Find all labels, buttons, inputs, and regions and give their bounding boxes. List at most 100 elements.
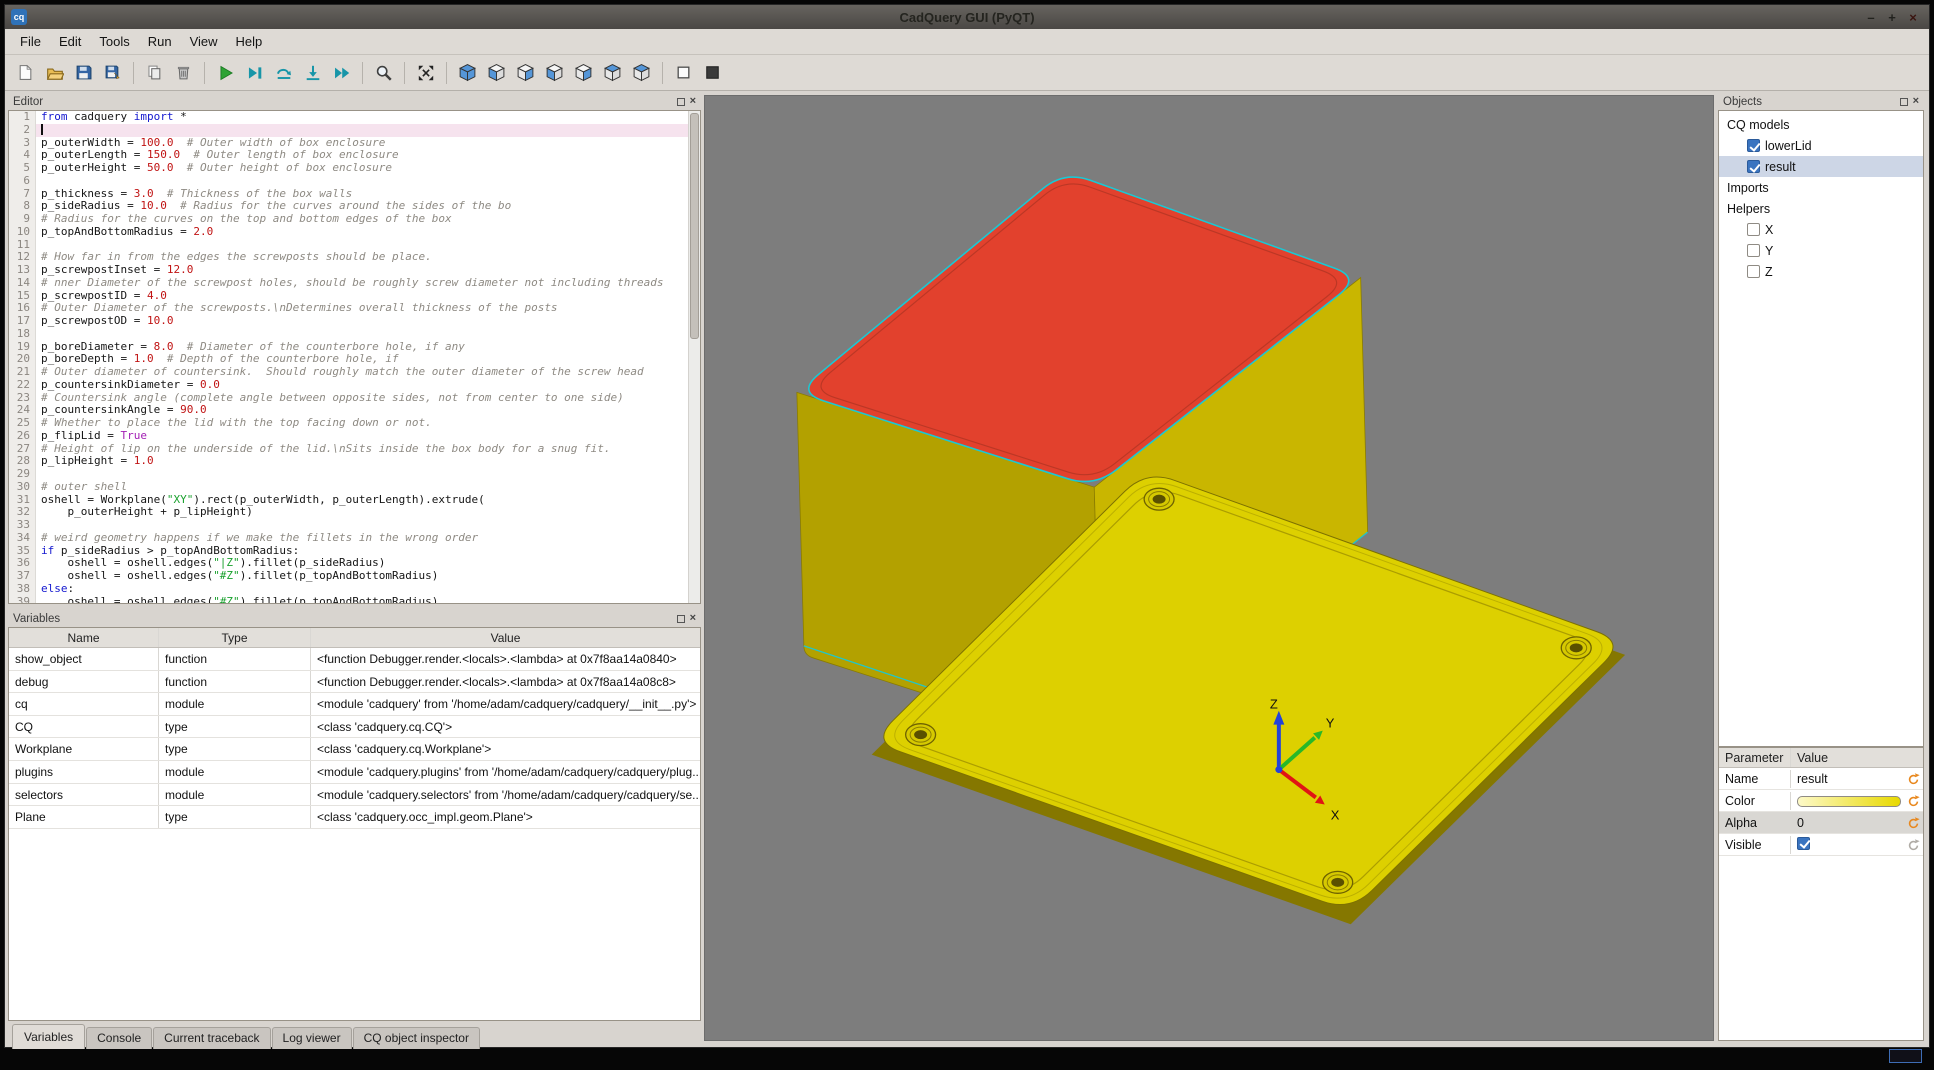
toolbar xyxy=(5,55,1929,91)
code-line[interactable]: 32 p_outerHeight + p_lipHeight) xyxy=(9,506,700,519)
run-script-icon xyxy=(217,64,235,82)
copy-button[interactable] xyxy=(141,59,168,86)
code-editor[interactable]: 1from cadquery import *23p_outerWidth = … xyxy=(8,110,701,604)
debug-script-button[interactable] xyxy=(241,59,268,86)
column-header-name[interactable]: Name xyxy=(9,628,159,647)
table-row[interactable]: pluginsmodule<module 'cadquery.plugins' … xyxy=(9,761,700,784)
tree-item-imports[interactable]: Imports xyxy=(1719,177,1923,198)
close-icon[interactable]: × xyxy=(690,613,696,624)
menu-file[interactable]: File xyxy=(11,29,50,55)
view-top-button[interactable] xyxy=(599,59,626,86)
revert-icon[interactable] xyxy=(1907,816,1920,829)
save-script-button[interactable] xyxy=(70,59,97,86)
checkbox[interactable] xyxy=(1747,160,1760,173)
tab-log-viewer[interactable]: Log viewer xyxy=(272,1027,352,1049)
undock-icon[interactable] xyxy=(1900,98,1908,106)
editor-panel-header: Editor × xyxy=(8,93,701,110)
view-back-button[interactable] xyxy=(512,59,539,86)
continue-button[interactable] xyxy=(328,59,355,86)
table-row[interactable]: Workplanetype<class 'cadquery.cq.Workpla… xyxy=(9,738,700,761)
editor-scrollbar[interactable] xyxy=(688,111,700,603)
undock-icon[interactable] xyxy=(677,615,685,623)
property-row-color[interactable]: Color xyxy=(1719,790,1923,812)
wireframe-view-button[interactable] xyxy=(670,59,697,86)
table-row[interactable]: CQtype<class 'cadquery.cq.CQ'> xyxy=(9,716,700,739)
wireframe-view-icon xyxy=(675,64,692,81)
checkbox[interactable] xyxy=(1747,223,1760,236)
view-right-button[interactable] xyxy=(570,59,597,86)
code-line[interactable]: 39 oshell = oshell.edges("#Z").fillet(p_… xyxy=(9,596,700,605)
table-row[interactable]: cqmodule<module 'cadquery' from '/home/a… xyxy=(9,693,700,716)
close-icon[interactable]: × xyxy=(1913,96,1919,107)
minimize-button[interactable]: – xyxy=(1862,9,1880,25)
revert-icon[interactable] xyxy=(1907,772,1920,785)
close-button[interactable]: × xyxy=(1904,9,1922,25)
run-script-button[interactable] xyxy=(212,59,239,86)
close-icon[interactable]: × xyxy=(690,96,696,107)
status-mini-window[interactable] xyxy=(1889,1049,1922,1063)
view-bottom-button[interactable] xyxy=(628,59,655,86)
color-swatch[interactable] xyxy=(1797,796,1901,807)
fit-all-icon xyxy=(417,64,435,82)
3d-scene[interactable]: Z Y X xyxy=(705,96,1713,1040)
menu-edit[interactable]: Edit xyxy=(50,29,90,55)
line-number: 13 xyxy=(9,264,36,277)
undock-icon[interactable] xyxy=(677,98,685,106)
property-row-visible[interactable]: Visible xyxy=(1719,834,1923,856)
table-row[interactable]: debugfunction<function Debugger.render.<… xyxy=(9,671,700,694)
title-bar[interactable]: cq CadQuery GUI (PyQT) – + × xyxy=(5,5,1929,29)
save-as-script-button[interactable] xyxy=(99,59,126,86)
save-script-icon xyxy=(75,64,92,81)
table-row[interactable]: selectorsmodule<module 'cadquery.selecto… xyxy=(9,784,700,807)
code-line[interactable]: 28p_lipHeight = 1.0 xyxy=(9,455,700,468)
fit-all-button[interactable] xyxy=(412,59,439,86)
tab-cq-object-inspector[interactable]: CQ object inspector xyxy=(353,1027,480,1049)
code-line[interactable]: 10p_topAndBottomRadius = 2.0 xyxy=(9,226,700,239)
visible-checkbox[interactable] xyxy=(1797,837,1810,850)
table-row[interactable]: Planetype<class 'cadquery.occ_impl.geom.… xyxy=(9,806,700,829)
maximize-button[interactable]: + xyxy=(1883,9,1901,25)
tree-item-x[interactable]: X xyxy=(1719,219,1923,240)
tab-current-traceback[interactable]: Current traceback xyxy=(153,1027,270,1049)
view-iso-button[interactable] xyxy=(454,59,481,86)
menu-tools[interactable]: Tools xyxy=(90,29,138,55)
step-into-button[interactable] xyxy=(299,59,326,86)
tree-item-cq-models[interactable]: CQ models xyxy=(1719,114,1923,135)
view-left-button[interactable] xyxy=(541,59,568,86)
tree-item-result[interactable]: result xyxy=(1719,156,1923,177)
tree-item-z[interactable]: Z xyxy=(1719,261,1923,282)
property-row-name[interactable]: Nameresult xyxy=(1719,768,1923,790)
revert-icon[interactable] xyxy=(1907,838,1920,851)
code-line[interactable]: 37 oshell = oshell.edges("#Z").fillet(p_… xyxy=(9,570,700,583)
menu-help[interactable]: Help xyxy=(227,29,272,55)
shaded-view-button[interactable] xyxy=(699,59,726,86)
property-row-alpha[interactable]: Alpha0 xyxy=(1719,812,1923,834)
step-over-button[interactable] xyxy=(270,59,297,86)
code-line[interactable]: 5p_outerHeight = 50.0 # Outer height of … xyxy=(9,162,700,175)
menu-run[interactable]: Run xyxy=(139,29,181,55)
tree-item-y[interactable]: Y xyxy=(1719,240,1923,261)
scrollbar-thumb[interactable] xyxy=(690,113,699,339)
new-script-button[interactable] xyxy=(12,59,39,86)
checkbox[interactable] xyxy=(1747,244,1760,257)
variables-table-rows: show_objectfunction<function Debugger.re… xyxy=(9,648,700,829)
zoom-button[interactable] xyxy=(370,59,397,86)
tree-item-lowerlid[interactable]: lowerLid xyxy=(1719,135,1923,156)
column-header-value[interactable]: Value xyxy=(311,628,700,647)
open-script-button[interactable] xyxy=(41,59,68,86)
viewport-3d[interactable]: Z Y X xyxy=(704,95,1714,1041)
tab-variables[interactable]: Variables xyxy=(12,1024,85,1049)
tab-console[interactable]: Console xyxy=(86,1027,152,1049)
code-line[interactable]: 17p_screwpostOD = 10.0 xyxy=(9,315,700,328)
menu-bar: FileEditToolsRunViewHelp xyxy=(5,29,1929,55)
tree-item-helpers[interactable]: Helpers xyxy=(1719,198,1923,219)
checkbox[interactable] xyxy=(1747,139,1760,152)
delete-button[interactable] xyxy=(170,59,197,86)
view-front-button[interactable] xyxy=(483,59,510,86)
table-row[interactable]: show_objectfunction<function Debugger.re… xyxy=(9,648,700,671)
menu-view[interactable]: View xyxy=(181,29,227,55)
code-line[interactable]: 1from cadquery import * xyxy=(9,111,700,124)
checkbox[interactable] xyxy=(1747,265,1760,278)
revert-icon[interactable] xyxy=(1907,794,1920,807)
column-header-type[interactable]: Type xyxy=(159,628,311,647)
